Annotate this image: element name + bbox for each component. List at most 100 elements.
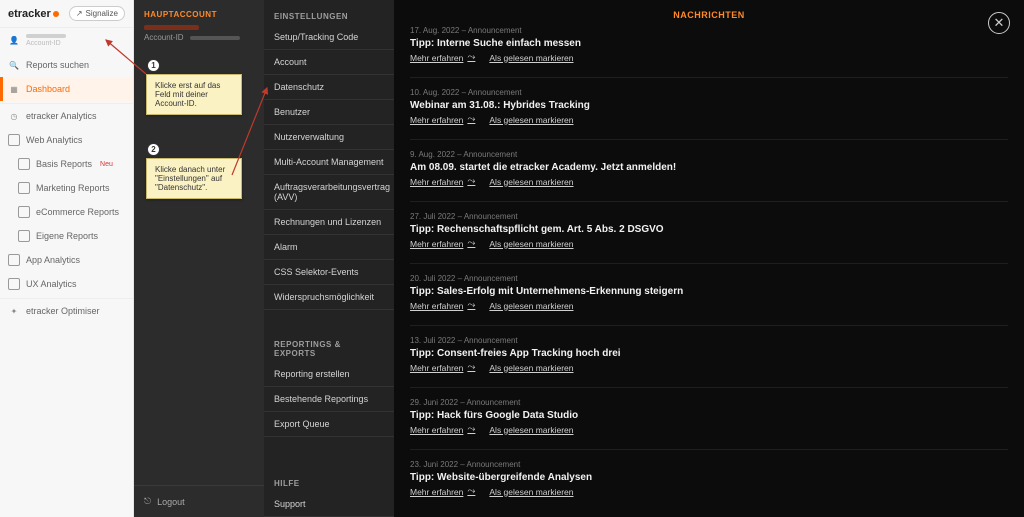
logout-label: Logout (157, 497, 185, 507)
nav-web[interactable]: Web Analytics (0, 128, 133, 152)
nav-eigene-label: Eigene Reports (36, 231, 98, 241)
settings-item[interactable]: Rechnungen und Lizenzen (264, 210, 394, 235)
settings-item[interactable]: Setup/Tracking Code (264, 25, 394, 50)
settings-item[interactable]: Benutzer (264, 100, 394, 125)
message: 23. Juni 2022 – AnnouncementTipp: Websit… (410, 460, 1008, 511)
message-title: Am 08.09. startet die etracker Academy. … (410, 162, 1008, 173)
new-badge: Neu (100, 161, 113, 168)
settings-item[interactable]: Auftragsverarbeitungsvertrag (AVV) (264, 175, 394, 210)
more-link[interactable]: Mehr erfahren ⤳ (410, 176, 475, 187)
settings-item[interactable]: Alarm (264, 235, 394, 260)
settings-item[interactable]: Datenschutz (264, 75, 394, 100)
message: 9. Aug. 2022 – Announcement Am 08.09. sta… (410, 150, 1008, 201)
account-row[interactable]: 👤 Account-ID (0, 28, 133, 53)
logout-button[interactable]: ⎋ Logout (134, 485, 264, 517)
arrow-right-icon: ⤳ (467, 114, 475, 125)
arrow-right-icon: ⤳ (467, 238, 475, 249)
callout-1: 1 Klicke erst auf das Feld mit deiner Ac… (146, 74, 242, 115)
report-icon (18, 230, 30, 242)
nav-marketing-label: Marketing Reports (36, 183, 110, 193)
message-date: 17. Aug. 2022 – Announcement (410, 26, 1008, 35)
reports-item[interactable]: Bestehende Reportings (264, 387, 394, 412)
arrow-right-icon: ⤳ (467, 300, 475, 311)
mark-read-link[interactable]: Als gelesen markieren (489, 301, 573, 311)
nav-dashboard[interactable]: ▦ Dashboard (0, 77, 133, 101)
message: 29. Juni 2022 – Announcement Tipp: Hack f… (410, 398, 1008, 449)
settings-item[interactable]: CSS Selektor-Events (264, 260, 394, 285)
message-title: Tipp: Hack fürs Google Data Studio (410, 410, 1008, 421)
message-date: 29. Juni 2022 – Announcement (410, 398, 1008, 407)
nav-ux-label: UX Analytics (26, 279, 77, 289)
more-link[interactable]: Mehr erfahren ⤳ (410, 486, 475, 497)
nav-marketing[interactable]: Marketing Reports (0, 176, 133, 200)
nav-ecom[interactable]: eCommerce Reports (0, 200, 133, 224)
message: 27. Juli 2022 – AnnouncementTipp: Rechen… (410, 212, 1008, 263)
settings-item[interactable]: Widerspruchsmöglichkeit (264, 285, 394, 310)
app-icon (8, 254, 20, 266)
callout-2-text: Klicke danach unter "Einstellungen" auf … (155, 165, 225, 192)
settings-item[interactable]: Nutzerverwaltung (264, 125, 394, 150)
more-link[interactable]: Mehr erfahren ⤳ (410, 238, 475, 249)
plugin-icon: ✦ (8, 305, 20, 317)
mark-read-link[interactable]: Als gelesen markieren (489, 115, 573, 125)
mark-read-link[interactable]: Als gelesen markieren (489, 363, 573, 373)
reports-item[interactable]: Export Queue (264, 412, 394, 437)
reports-item[interactable]: Reporting erstellen (264, 362, 394, 387)
more-link[interactable]: Mehr erfahren ⤳ (410, 362, 475, 373)
message-title: Webinar am 31.08.: Hybrides Tracking (410, 100, 1008, 111)
nav-app[interactable]: App Analytics (0, 248, 133, 272)
report-icon (18, 158, 30, 170)
mark-read-link[interactable]: Als gelesen markieren (489, 487, 573, 497)
messages-feed: 17. Aug. 2022 – Announcement Tipp: Intern… (394, 26, 1024, 513)
more-link[interactable]: Mehr erfahren ⤳ (410, 424, 475, 435)
web-icon (8, 134, 20, 146)
mark-read-link[interactable]: Als gelesen markieren (489, 425, 573, 435)
nav-web-label: Web Analytics (26, 135, 82, 145)
nav-ecom-label: eCommerce Reports (36, 207, 119, 217)
message-title: Tipp: Consent-freies App Tracking hoch d… (410, 348, 1008, 359)
help-item[interactable]: Support (264, 492, 394, 517)
more-link[interactable]: Mehr erfahren ⤳ (410, 300, 475, 311)
mark-read-link[interactable]: Als gelesen markieren (489, 53, 573, 63)
ux-icon (8, 278, 20, 290)
nav-optimiser-label: etracker Optimiser (26, 306, 100, 316)
logout-icon: ⎋ (144, 496, 151, 507)
nav-analytics[interactable]: ◷ etracker Analytics (0, 103, 133, 128)
nav-optimiser[interactable]: ✦ etracker Optimiser (0, 298, 133, 323)
more-link[interactable]: Mehr erfahren ⤳ (410, 114, 475, 125)
callout-1-text: Klicke erst auf das Feld mit deiner Acco… (155, 81, 220, 108)
brand-dot-icon (53, 11, 59, 17)
account-selector[interactable]: Account-ID (134, 25, 264, 48)
primary-nav: etracker ↗ Signalize 👤 Account-ID 🔍 Repo… (0, 0, 134, 517)
messages-panel: NACHRICHTEN ✕ 17. Aug. 2022 – Announceme… (394, 0, 1024, 517)
dashboard-icon: ▦ (8, 83, 20, 95)
message-date: 10. Aug. 2022 – Announcement (410, 88, 1008, 97)
arrow-right-icon: ⤳ (467, 486, 475, 497)
message-date: 9. Aug. 2022 – Announcement (410, 150, 1008, 159)
more-link[interactable]: Mehr erfahren ⤳ (410, 52, 475, 63)
signalize-button[interactable]: ↗ Signalize (69, 6, 125, 21)
help-header: HILFE (264, 467, 394, 492)
nav-eigene[interactable]: Eigene Reports (0, 224, 133, 248)
close-button[interactable]: ✕ (988, 12, 1010, 34)
report-icon (18, 182, 30, 194)
settings-item[interactable]: Account (264, 50, 394, 75)
arrow-right-icon: ⤳ (467, 176, 475, 187)
reports-header: REPORTINGS & EXPORTS (264, 328, 394, 362)
search-row[interactable]: 🔍 Reports suchen (0, 53, 133, 77)
user-icon: 👤 (8, 35, 20, 47)
nav-basis[interactable]: Basis Reports Neu (0, 152, 133, 176)
brand: etracker (8, 8, 59, 20)
account-id-label: Account-ID (26, 40, 66, 47)
nav-app-label: App Analytics (26, 255, 80, 265)
account-id-prefix: Account-ID (144, 33, 184, 42)
mark-read-link[interactable]: Als gelesen markieren (489, 177, 573, 187)
message-title: Tipp: Interne Suche einfach messen (410, 38, 1008, 49)
mark-read-link[interactable]: Als gelesen markieren (489, 239, 573, 249)
callout-1-number: 1 (147, 59, 160, 72)
nav-ux[interactable]: UX Analytics (0, 272, 133, 296)
message: 10. Aug. 2022 – Announcement Webinar am 3… (410, 88, 1008, 139)
settings-item[interactable]: Multi-Account Management (264, 150, 394, 175)
nav-dashboard-label: Dashboard (26, 84, 70, 94)
gauge-icon: ◷ (8, 110, 20, 122)
